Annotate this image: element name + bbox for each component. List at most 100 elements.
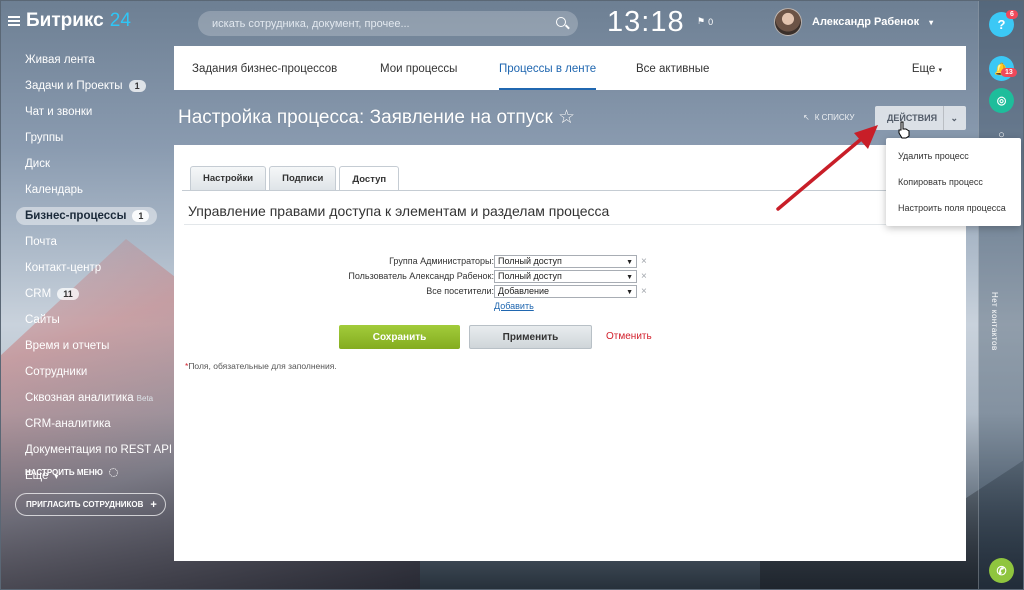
logo-number: 24: [109, 10, 131, 31]
remove-icon[interactable]: ×: [641, 256, 647, 267]
add-permission-link[interactable]: Добавить: [494, 301, 534, 311]
user-menu[interactable]: Александр Рабенок ▾: [774, 8, 933, 36]
flag-count: 0: [708, 16, 714, 27]
counter-badge: 11: [57, 288, 79, 300]
sidebar-item-calendar[interactable]: Календарь: [25, 184, 83, 196]
menu-item-copy-process[interactable]: Копировать процесс: [898, 177, 983, 187]
help-badge: 6: [1006, 10, 1018, 19]
no-contacts-label: Нет контактов: [990, 292, 999, 351]
sidebar-item-label: Диск: [25, 158, 50, 170]
search-icon[interactable]: [556, 17, 566, 27]
dropdown-arrow-icon: ▼: [626, 258, 633, 266]
sidebar-item-chat[interactable]: Чат и звонки: [25, 106, 92, 118]
invite-button[interactable]: ПРИГЛАСИТЬ СОТРУДНИКОВ +: [15, 493, 166, 516]
beta-label: Beta: [136, 393, 154, 403]
sidebar-item-employees[interactable]: Сотрудники: [25, 366, 87, 378]
permission-select[interactable]: Полный доступ ▼: [494, 254, 637, 268]
sidebar-item-label: Контакт-центр: [25, 262, 102, 274]
actions-menu: Удалить процесс Копировать процесс Настр…: [886, 138, 1021, 226]
form-tab-signatures[interactable]: Подписи: [269, 166, 337, 190]
permission-row: Группа Администраторы: Полный доступ ▼ ×: [174, 254, 966, 268]
sidebar-item-label: Почта: [25, 236, 57, 248]
form-tab-access[interactable]: Доступ: [339, 166, 400, 191]
sidebar-item-tasks[interactable]: Задачи и Проекты 1: [25, 80, 146, 92]
permission-label: Все посетители:: [426, 286, 494, 296]
phone-button[interactable]: ✆: [989, 558, 1014, 583]
sidebar-item-label: Задачи и Проекты: [25, 80, 123, 92]
counter-badge: 1: [128, 80, 146, 92]
permission-row: Все посетители: Добавление ▼ ×: [174, 284, 966, 298]
chat-icon: ◎: [996, 95, 1007, 107]
required-note: *Поля, обязательные для заполнения.: [185, 361, 337, 371]
logo[interactable]: Битрикс 24: [8, 10, 131, 32]
sidebar-item-time-reports[interactable]: Время и отчеты: [25, 340, 109, 352]
sidebar-item-label: Бизнес-процессы: [25, 210, 127, 222]
sidebar-item-feed[interactable]: Живая лента: [25, 54, 95, 66]
user-name: Александр Рабенок: [812, 16, 920, 28]
sidebar-item-label: Календарь: [25, 184, 84, 196]
form-tab-settings[interactable]: Настройки: [190, 166, 267, 190]
permission-value: Полный доступ: [498, 255, 562, 266]
notifications-badge: 13: [1001, 68, 1017, 77]
sidebar-item-label: CRM: [25, 288, 52, 300]
remove-icon[interactable]: ×: [641, 286, 647, 297]
logo-text: Битрикс: [26, 10, 104, 31]
sidebar-item-crm[interactable]: CRM 11: [25, 288, 79, 300]
sidebar-item-crm-analytics[interactable]: CRM-аналитика: [25, 418, 111, 430]
tab-all-active[interactable]: Все активные: [636, 63, 709, 75]
permission-row: Пользователь Александр Рабенок: Полный д…: [174, 269, 966, 283]
search-input[interactable]: [212, 17, 532, 30]
apply-button[interactable]: Применить: [469, 325, 592, 349]
sidebar-item-contact-center[interactable]: Контакт-центр: [25, 262, 101, 274]
open-lines-button[interactable]: ◎: [989, 88, 1014, 113]
sidebar-item-bizproc[interactable]: Бизнес-процессы 1: [16, 207, 158, 225]
section-title: Управление правами доступа к элементам и…: [188, 203, 610, 219]
form-tabs: Настройки Подписи Доступ: [190, 166, 400, 191]
sidebar-item-label: Сайты: [25, 314, 60, 326]
remove-icon[interactable]: ×: [641, 271, 647, 282]
sidebar-item-mail[interactable]: Почта: [25, 236, 57, 248]
sidebar-item-disk[interactable]: Диск: [25, 158, 50, 170]
right-bar: ? 6 🔔 13 ◎ ○ ✆: [978, 0, 1024, 590]
chevron-down-icon: ⌄: [950, 112, 958, 123]
avatar[interactable]: [774, 8, 802, 36]
chevron-down-icon: ▾: [929, 17, 934, 27]
sidebar-item-groups[interactable]: Группы: [25, 132, 63, 144]
sidebar-item-through-analytics[interactable]: Сквозная аналитика Beta: [25, 392, 153, 404]
menu-item-configure-fields[interactable]: Настроить поля процесса: [898, 203, 1006, 213]
save-button[interactable]: Сохранить: [339, 325, 460, 349]
tab-my-processes[interactable]: Мои процессы: [380, 63, 457, 75]
gear-icon: [108, 468, 118, 477]
top-header: Битрикс 24 13:18 ⚑ 0 Александр Рабенок ▾: [0, 0, 976, 44]
search-bar[interactable]: [198, 11, 578, 36]
flag-counter[interactable]: ⚑ 0: [697, 16, 713, 27]
settings-menu-label: НАСТРОИТЬ МЕНЮ: [25, 468, 103, 477]
menu-icon[interactable]: [8, 16, 20, 26]
sidebar-item-sites[interactable]: Сайты: [25, 314, 60, 326]
tab-tasks[interactable]: Задания бизнес-процессов: [192, 63, 337, 75]
mouse-cursor-icon: [898, 121, 910, 139]
permission-label: Пользователь Александр Рабенок:: [348, 271, 494, 281]
clock[interactable]: 13:18: [607, 6, 685, 39]
required-note-text: Поля, обязательные для заполнения.: [188, 361, 337, 371]
page-title: Настройка процесса: Заявление на отпуск …: [178, 107, 576, 128]
permission-select[interactable]: Добавление ▼: [494, 284, 637, 298]
tab-processes-in-feed[interactable]: Процессы в ленте: [499, 63, 597, 90]
settings-menu-link[interactable]: НАСТРОИТЬ МЕНЮ: [25, 468, 118, 477]
process-tabs: Задания бизнес-процессов Мои процессы Пр…: [174, 46, 966, 90]
sidebar-item-label: CRM-аналитика: [25, 418, 111, 430]
menu-item-delete-process[interactable]: Удалить процесс: [898, 151, 969, 161]
tabs-more[interactable]: Еще ▾: [912, 63, 942, 75]
flag-icon: ⚑: [697, 16, 706, 26]
permission-value: Полный доступ: [498, 270, 562, 281]
invite-label: ПРИГЛАСИТЬ СОТРУДНИКОВ: [26, 500, 144, 509]
sidebar-item-label: Сквозная аналитика: [25, 392, 134, 404]
sidebar-item-label: Сотрудники: [25, 366, 88, 378]
permission-value: Добавление: [498, 285, 549, 296]
dropdown-arrow-icon: ▼: [626, 273, 633, 281]
actions-label: ДЕЙСТВИЯ: [887, 113, 938, 123]
cancel-link[interactable]: Отменить: [606, 331, 652, 342]
permission-label: Группа Администраторы:: [389, 256, 494, 266]
permission-select[interactable]: Полный доступ ▼: [494, 269, 637, 283]
sidebar-item-rest-docs[interactable]: Документация по REST API: [25, 444, 172, 456]
